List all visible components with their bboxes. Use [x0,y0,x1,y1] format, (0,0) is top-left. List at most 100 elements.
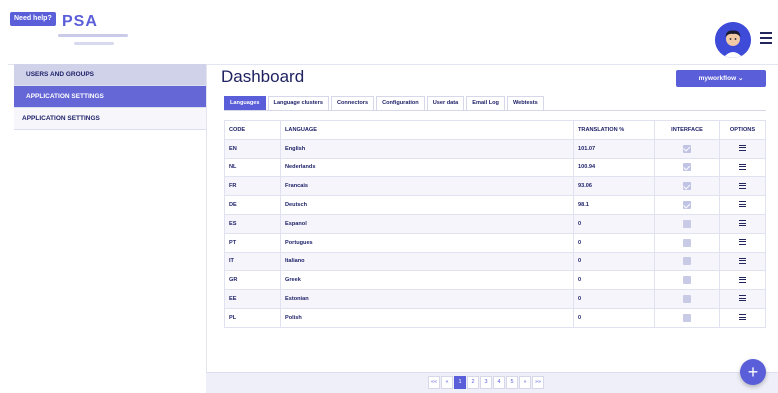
table-row[interactable]: ES Espanol 0 [224,213,766,234]
options-menu-icon[interactable] [739,238,746,247]
pagination-page-5[interactable]: 5 [506,376,518,389]
column-header-interface[interactable]: INTERFACE [654,120,720,140]
table-row[interactable]: FR Francais 93.06 [224,176,766,197]
interface-checkbox[interactable] [683,238,691,247]
tab-connectors[interactable]: Connectors [330,96,375,110]
user-avatar-icon[interactable] [715,22,751,58]
cell-language: Nederlands [280,157,574,178]
cell-language: Portugues [280,232,574,253]
cell-options [719,289,766,309]
options-menu-icon[interactable] [739,257,746,266]
cell-interface [654,270,720,291]
column-header-language[interactable]: LANGUAGE [280,120,574,140]
cell-options [719,176,766,197]
hamburger-menu-icon[interactable] [760,32,772,44]
options-menu-icon[interactable] [739,144,746,153]
need-help-button[interactable]: Need help? [10,12,56,26]
pagination-page-1[interactable]: 1 [454,376,466,389]
tabs-divider [224,110,766,111]
column-header-code[interactable]: CODE [224,120,281,140]
options-menu-icon[interactable] [739,276,746,285]
pagination-first-button[interactable]: «« [428,376,440,389]
interface-checkbox[interactable] [683,257,691,266]
tab-webtests[interactable]: Webtests [506,96,544,110]
cell-interface [654,213,720,234]
cell-language: Deutsch [280,195,574,215]
table-row[interactable]: IT Italiano 0 [224,251,766,272]
options-menu-icon[interactable] [739,182,746,191]
table-row[interactable]: EN English 101.07 [224,138,766,159]
logo-tagline [58,34,128,37]
cell-translation: 101.07 [573,138,655,159]
cell-interface [654,232,720,253]
table-row[interactable]: PT Portugues 0 [224,232,766,253]
cell-code: EE [224,289,281,309]
interface-checkbox[interactable] [683,219,691,228]
table-header-row: CODE LANGUAGE TRANSLATION % INTERFACE OP… [224,120,766,140]
top-header: Need help? PSA [8,4,778,65]
options-menu-icon[interactable] [739,314,746,322]
tab-user-data[interactable]: User data [426,96,465,110]
cell-translation: 0 [573,232,655,253]
tab-configuration[interactable]: Configuration [376,96,425,110]
cell-language: Greek [280,270,574,291]
cell-interface [654,138,720,159]
cell-options [719,251,766,272]
column-header-translation[interactable]: TRANSLATION % [573,120,655,140]
cell-options [719,213,766,234]
pagination-page-4[interactable]: 4 [493,376,505,389]
tab-language-clusters[interactable]: Language clusters [267,96,329,110]
company-logo[interactable]: PSA [62,13,98,31]
cell-translation: 0 [573,307,655,328]
cell-language: Polish [280,307,574,328]
interface-checkbox[interactable] [683,313,691,322]
sidebar-subitem-application-settings[interactable]: APPLICATION SETTINGS [14,108,206,130]
cell-language: Francais [280,176,574,197]
pagination-next-button[interactable]: » [519,376,531,389]
pagination-last-button[interactable]: »» [532,376,544,389]
add-button[interactable]: + [740,359,766,385]
cell-language: Espanol [280,213,574,234]
cell-interface [654,195,720,215]
cell-options [719,138,766,159]
options-menu-icon[interactable] [739,220,746,228]
cell-options [719,195,766,215]
cell-translation: 0 [573,289,655,309]
cell-interface [654,251,720,272]
cell-language: Italiano [280,251,574,272]
page-title: Dashboard [221,67,305,86]
cell-interface [654,157,720,178]
table-row[interactable]: EE Estonian 0 [224,289,766,309]
cell-code: DE [224,195,281,215]
table-row[interactable]: GR Greek 0 [224,270,766,291]
cell-code: ES [224,213,281,234]
pagination-page-2[interactable]: 2 [467,376,479,389]
interface-checkbox[interactable] [683,163,691,172]
tab-languages[interactable]: Languages [224,96,266,110]
options-menu-icon[interactable] [739,163,746,172]
interface-checkbox[interactable] [683,276,691,285]
sidebar-item-application-settings[interactable]: APPLICATION SETTINGS [14,86,206,108]
table-row[interactable]: DE Deutsch 98.1 [224,195,766,215]
table-row[interactable]: NL Nederlands 100.94 [224,157,766,178]
cell-language: Estonian [280,289,574,309]
interface-checkbox[interactable] [683,144,691,153]
pagination-prev-button[interactable]: « [441,376,453,389]
options-menu-icon[interactable] [739,295,746,303]
table-row[interactable]: PL Polish 0 [224,307,766,328]
column-header-options: OPTIONS [719,120,766,140]
tab-email-log[interactable]: Email Log [466,96,505,110]
cell-translation: 0 [573,270,655,291]
options-menu-icon[interactable] [739,201,746,209]
cell-code: PL [224,307,281,328]
languages-table: CODE LANGUAGE TRANSLATION % INTERFACE OP… [224,120,766,328]
cell-code: IT [224,251,281,272]
cell-code: NL [224,157,281,178]
interface-checkbox[interactable] [683,295,691,304]
interface-checkbox[interactable] [683,201,691,210]
workflow-dropdown-button[interactable]: myworkflow ⌄ [676,70,766,87]
interface-checkbox[interactable] [683,182,691,191]
sidebar-item-users-and-groups[interactable]: USERS AND GROUPS [14,64,206,86]
table-body: EN English 101.07 NL Nederlands 100.94 FR Franc… [224,138,766,328]
pagination-page-3[interactable]: 3 [480,376,492,389]
